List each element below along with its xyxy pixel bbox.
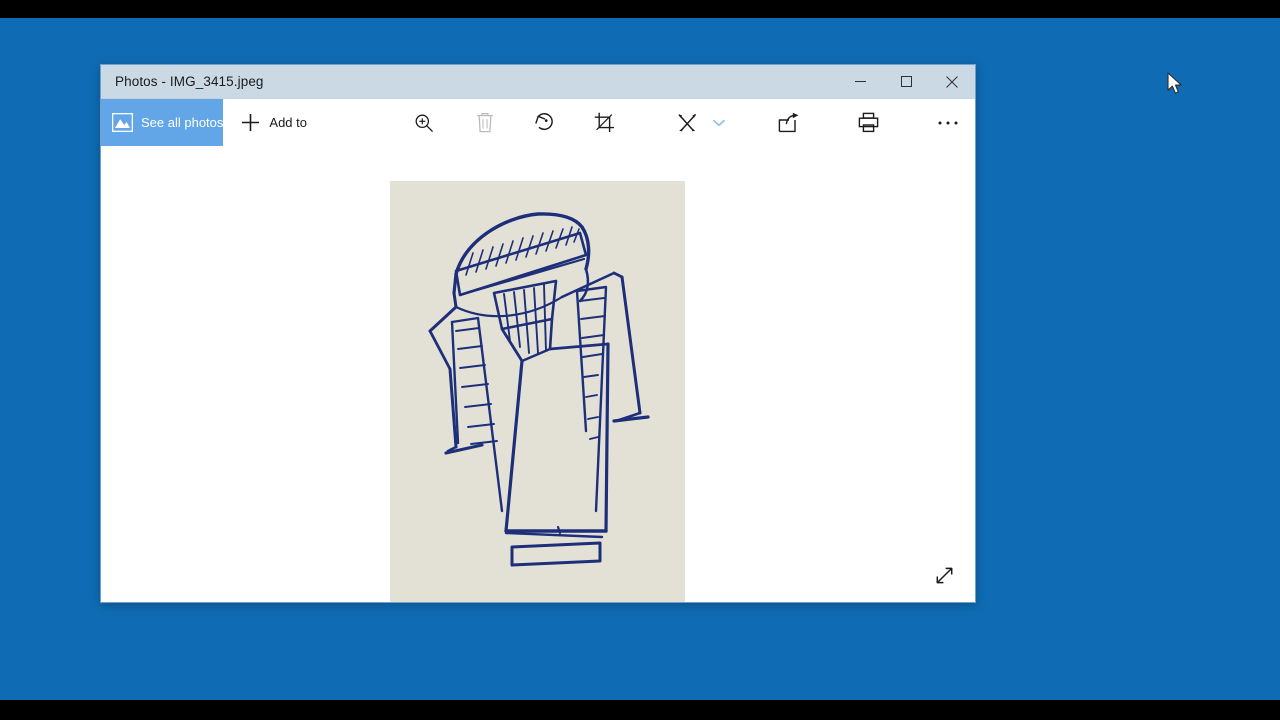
title-bar: Photos - IMG_3415.jpeg — [101, 65, 975, 99]
photo-image[interactable] — [390, 181, 685, 602]
screen: Photos - IMG_3415.jpeg See all photos Ad… — [0, 0, 1280, 720]
delete-button[interactable] — [466, 99, 504, 146]
photo-viewer-canvas — [101, 146, 975, 602]
close-button[interactable] — [929, 65, 975, 98]
letterbox-top — [0, 0, 1280, 18]
printer-icon — [858, 112, 879, 133]
photos-window: Photos - IMG_3415.jpeg See all photos Ad… — [100, 64, 976, 603]
maximize-icon — [900, 76, 912, 87]
pen-brush-icon — [678, 113, 696, 132]
maximize-button[interactable] — [883, 65, 929, 98]
trash-icon — [476, 112, 493, 133]
toolbar-gap-5 — [729, 99, 770, 146]
crop-button[interactable] — [586, 99, 624, 146]
toolbar-gap-end — [966, 99, 975, 146]
expand-diagonal-icon — [936, 567, 952, 583]
chevron-down-icon — [713, 119, 725, 126]
toolbar-gap-6 — [808, 99, 849, 146]
plus-icon — [242, 114, 260, 131]
see-more-button[interactable] — [929, 99, 967, 146]
see-all-photos-label: See all photos — [141, 115, 224, 130]
add-to-label: Add to — [269, 115, 307, 130]
toolbar-spacer-left — [323, 99, 406, 146]
toolbar-gap-1 — [443, 99, 465, 146]
rotate-button[interactable] — [526, 99, 564, 146]
mouse-cursor — [1167, 72, 1184, 101]
edit-and-create-group — [665, 99, 729, 146]
fullscreen-button[interactable] — [927, 560, 961, 590]
edit-create-dropdown[interactable] — [709, 119, 729, 127]
share-button[interactable] — [770, 99, 808, 146]
toolbar-gap-7 — [887, 99, 928, 146]
share-icon — [779, 112, 799, 133]
edit-create-button[interactable] — [665, 112, 709, 133]
toolbar-gap-3 — [564, 99, 586, 146]
toolbar: See all photos Add to — [101, 99, 975, 146]
print-button[interactable] — [850, 99, 888, 146]
toolbar-gap-2 — [504, 99, 526, 146]
close-icon — [946, 75, 958, 88]
sketch-drawing — [390, 181, 685, 602]
picture-icon — [112, 113, 133, 132]
see-all-photos-button[interactable]: See all photos — [101, 99, 224, 146]
letterbox-bottom — [0, 700, 1280, 720]
desktop-background: Photos - IMG_3415.jpeg See all photos Ad… — [0, 18, 1280, 700]
add-to-button[interactable]: Add to — [223, 99, 323, 146]
zoom-button[interactable] — [406, 99, 444, 146]
minimize-button[interactable] — [837, 65, 883, 98]
window-title: Photos - IMG_3415.jpeg — [115, 74, 264, 89]
toolbar-gap-4 — [624, 99, 665, 146]
ellipsis-icon — [938, 121, 957, 124]
rotate-icon — [535, 113, 554, 131]
crop-icon — [595, 112, 615, 132]
arrow-pointer-icon — [1167, 72, 1182, 94]
magnifier-plus-icon — [415, 114, 434, 132]
minimize-icon — [854, 81, 866, 82]
